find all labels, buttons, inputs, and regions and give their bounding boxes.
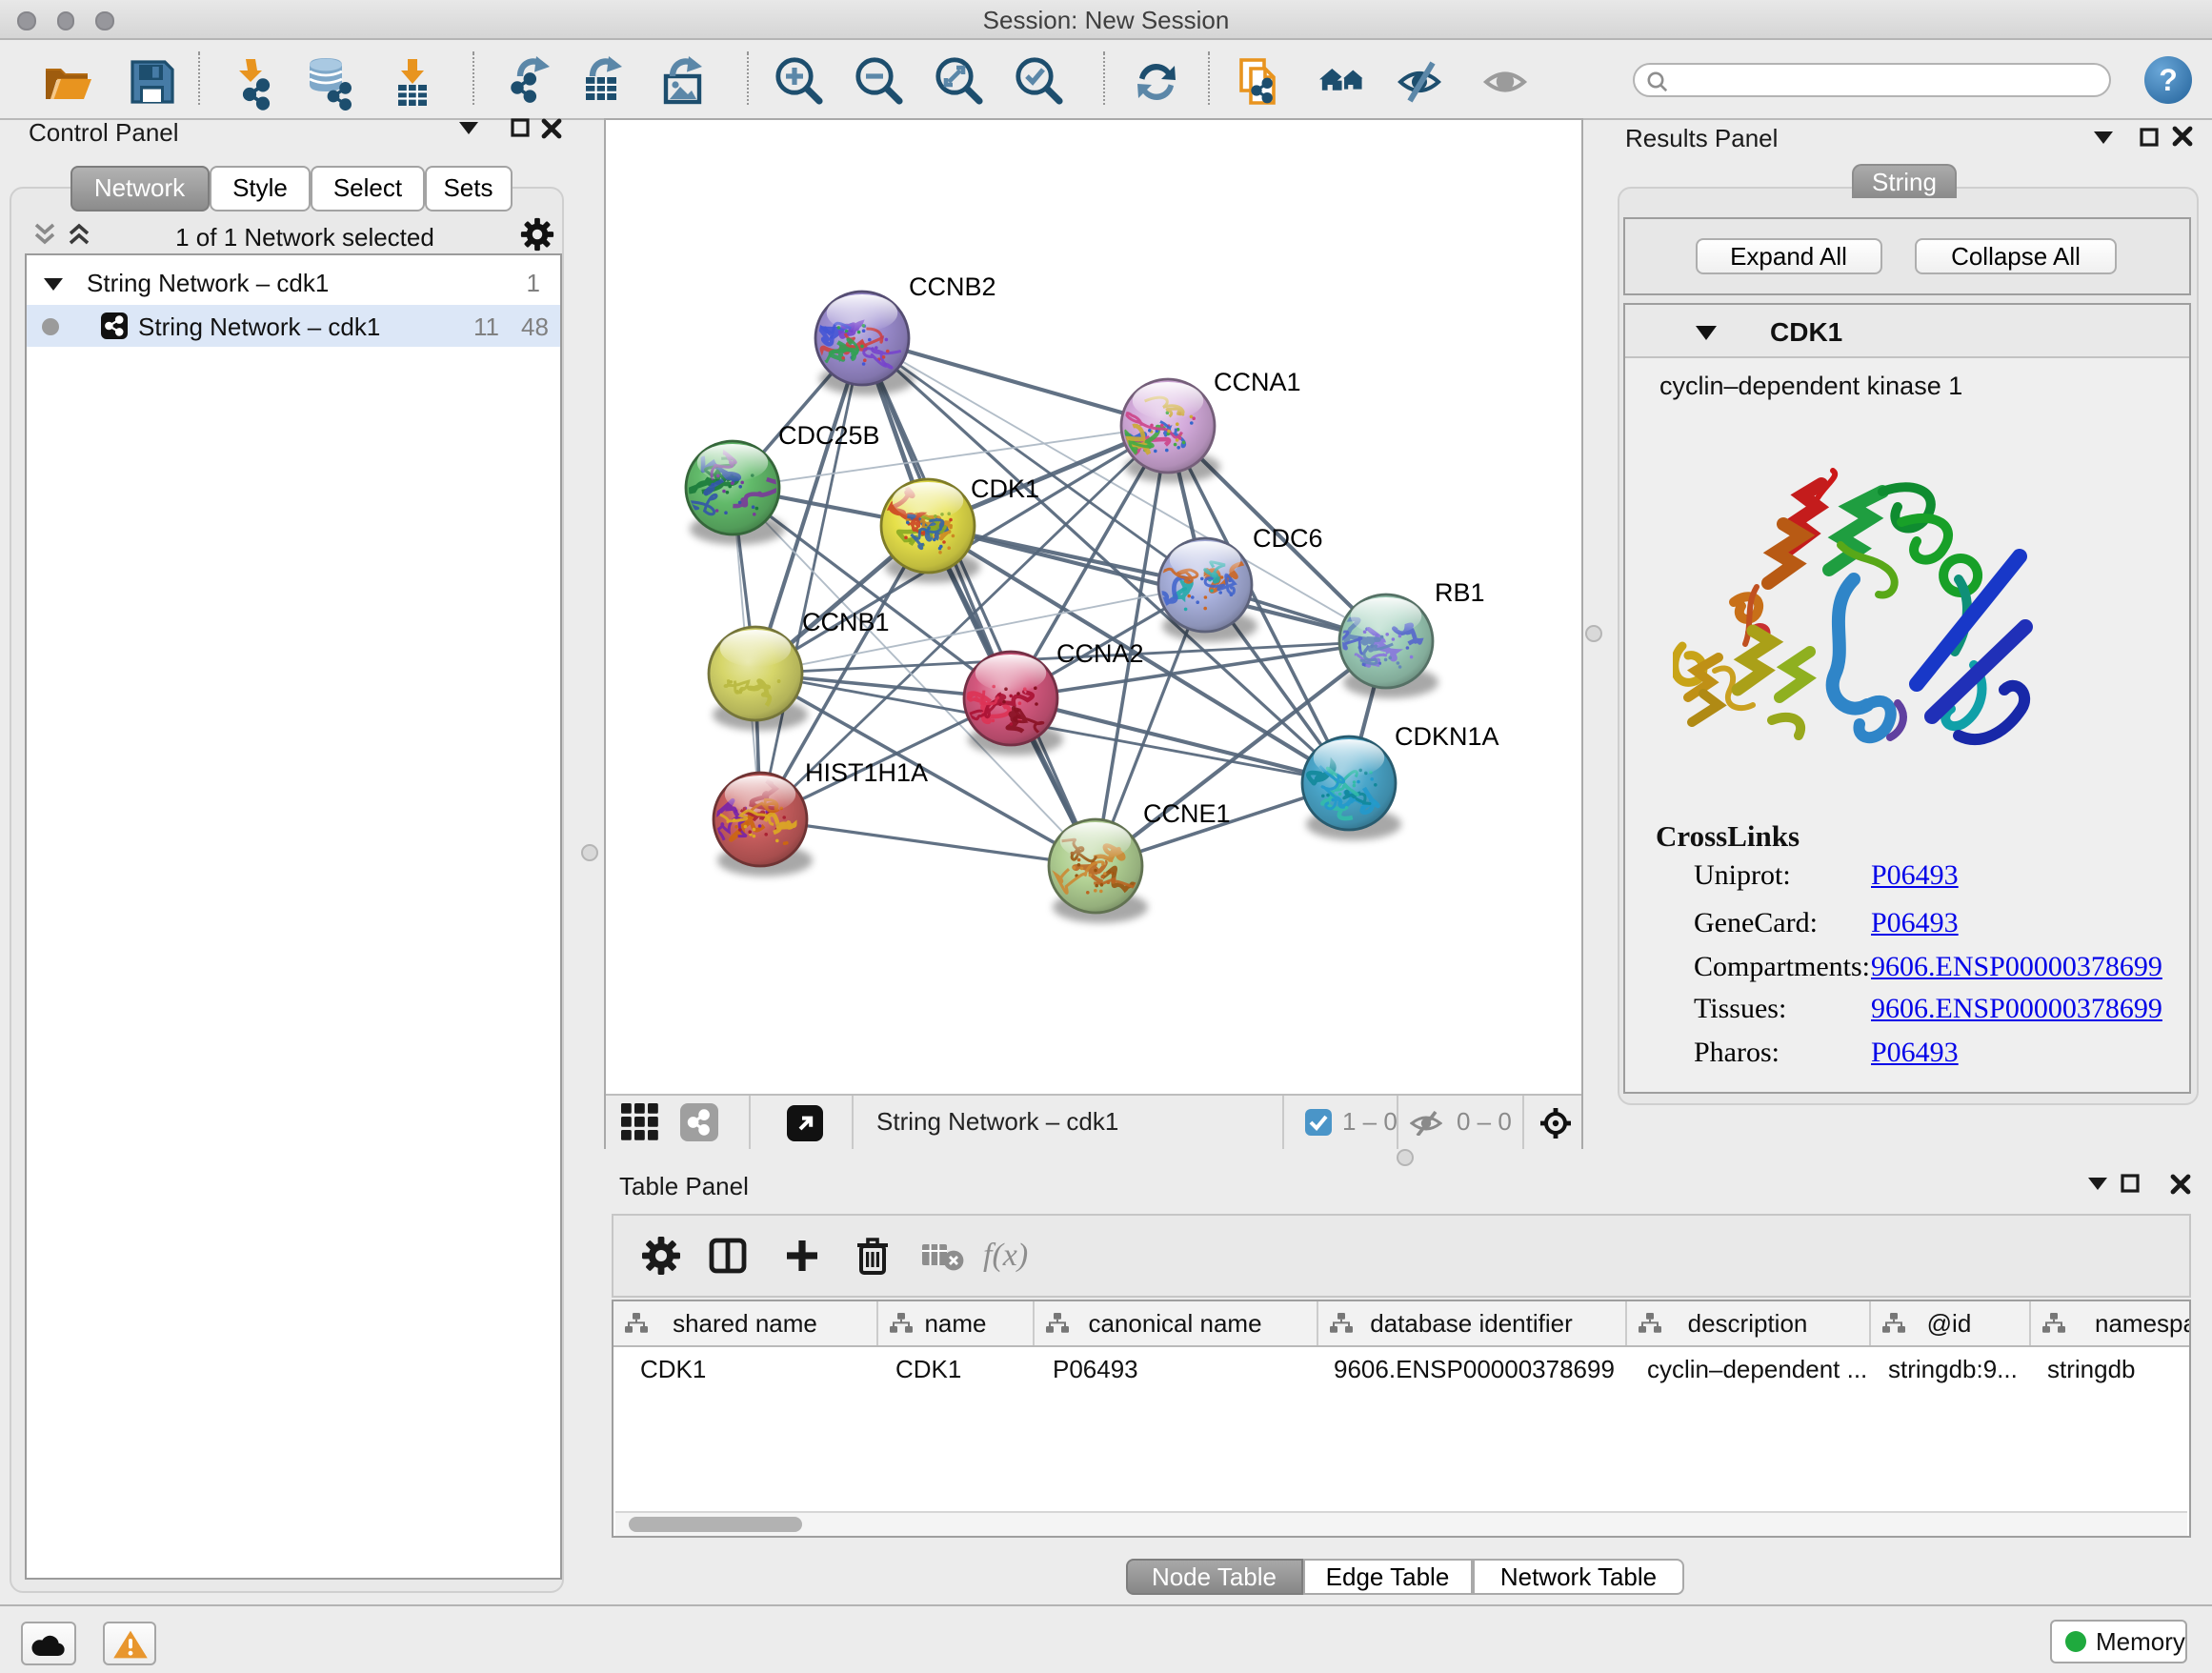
svg-text:CCNE1: CCNE1 xyxy=(1142,799,1230,828)
svg-text:CDC6: CDC6 xyxy=(1252,524,1322,553)
svg-text:RB1: RB1 xyxy=(1434,578,1484,607)
svg-text:CDC25B: CDC25B xyxy=(777,421,879,450)
svg-text:CCNB1: CCNB1 xyxy=(801,608,889,636)
svg-text:CCNB2: CCNB2 xyxy=(908,272,995,301)
svg-text:CCNA2: CCNA2 xyxy=(1056,639,1143,668)
svg-text:?: ? xyxy=(2159,62,2178,96)
svg-text:CCNA1: CCNA1 xyxy=(1213,368,1300,396)
svg-text:CDKN1A: CDKN1A xyxy=(1394,722,1498,751)
svg-text:CDK1: CDK1 xyxy=(970,474,1038,503)
svg-text:HIST1H1A: HIST1H1A xyxy=(804,758,927,787)
